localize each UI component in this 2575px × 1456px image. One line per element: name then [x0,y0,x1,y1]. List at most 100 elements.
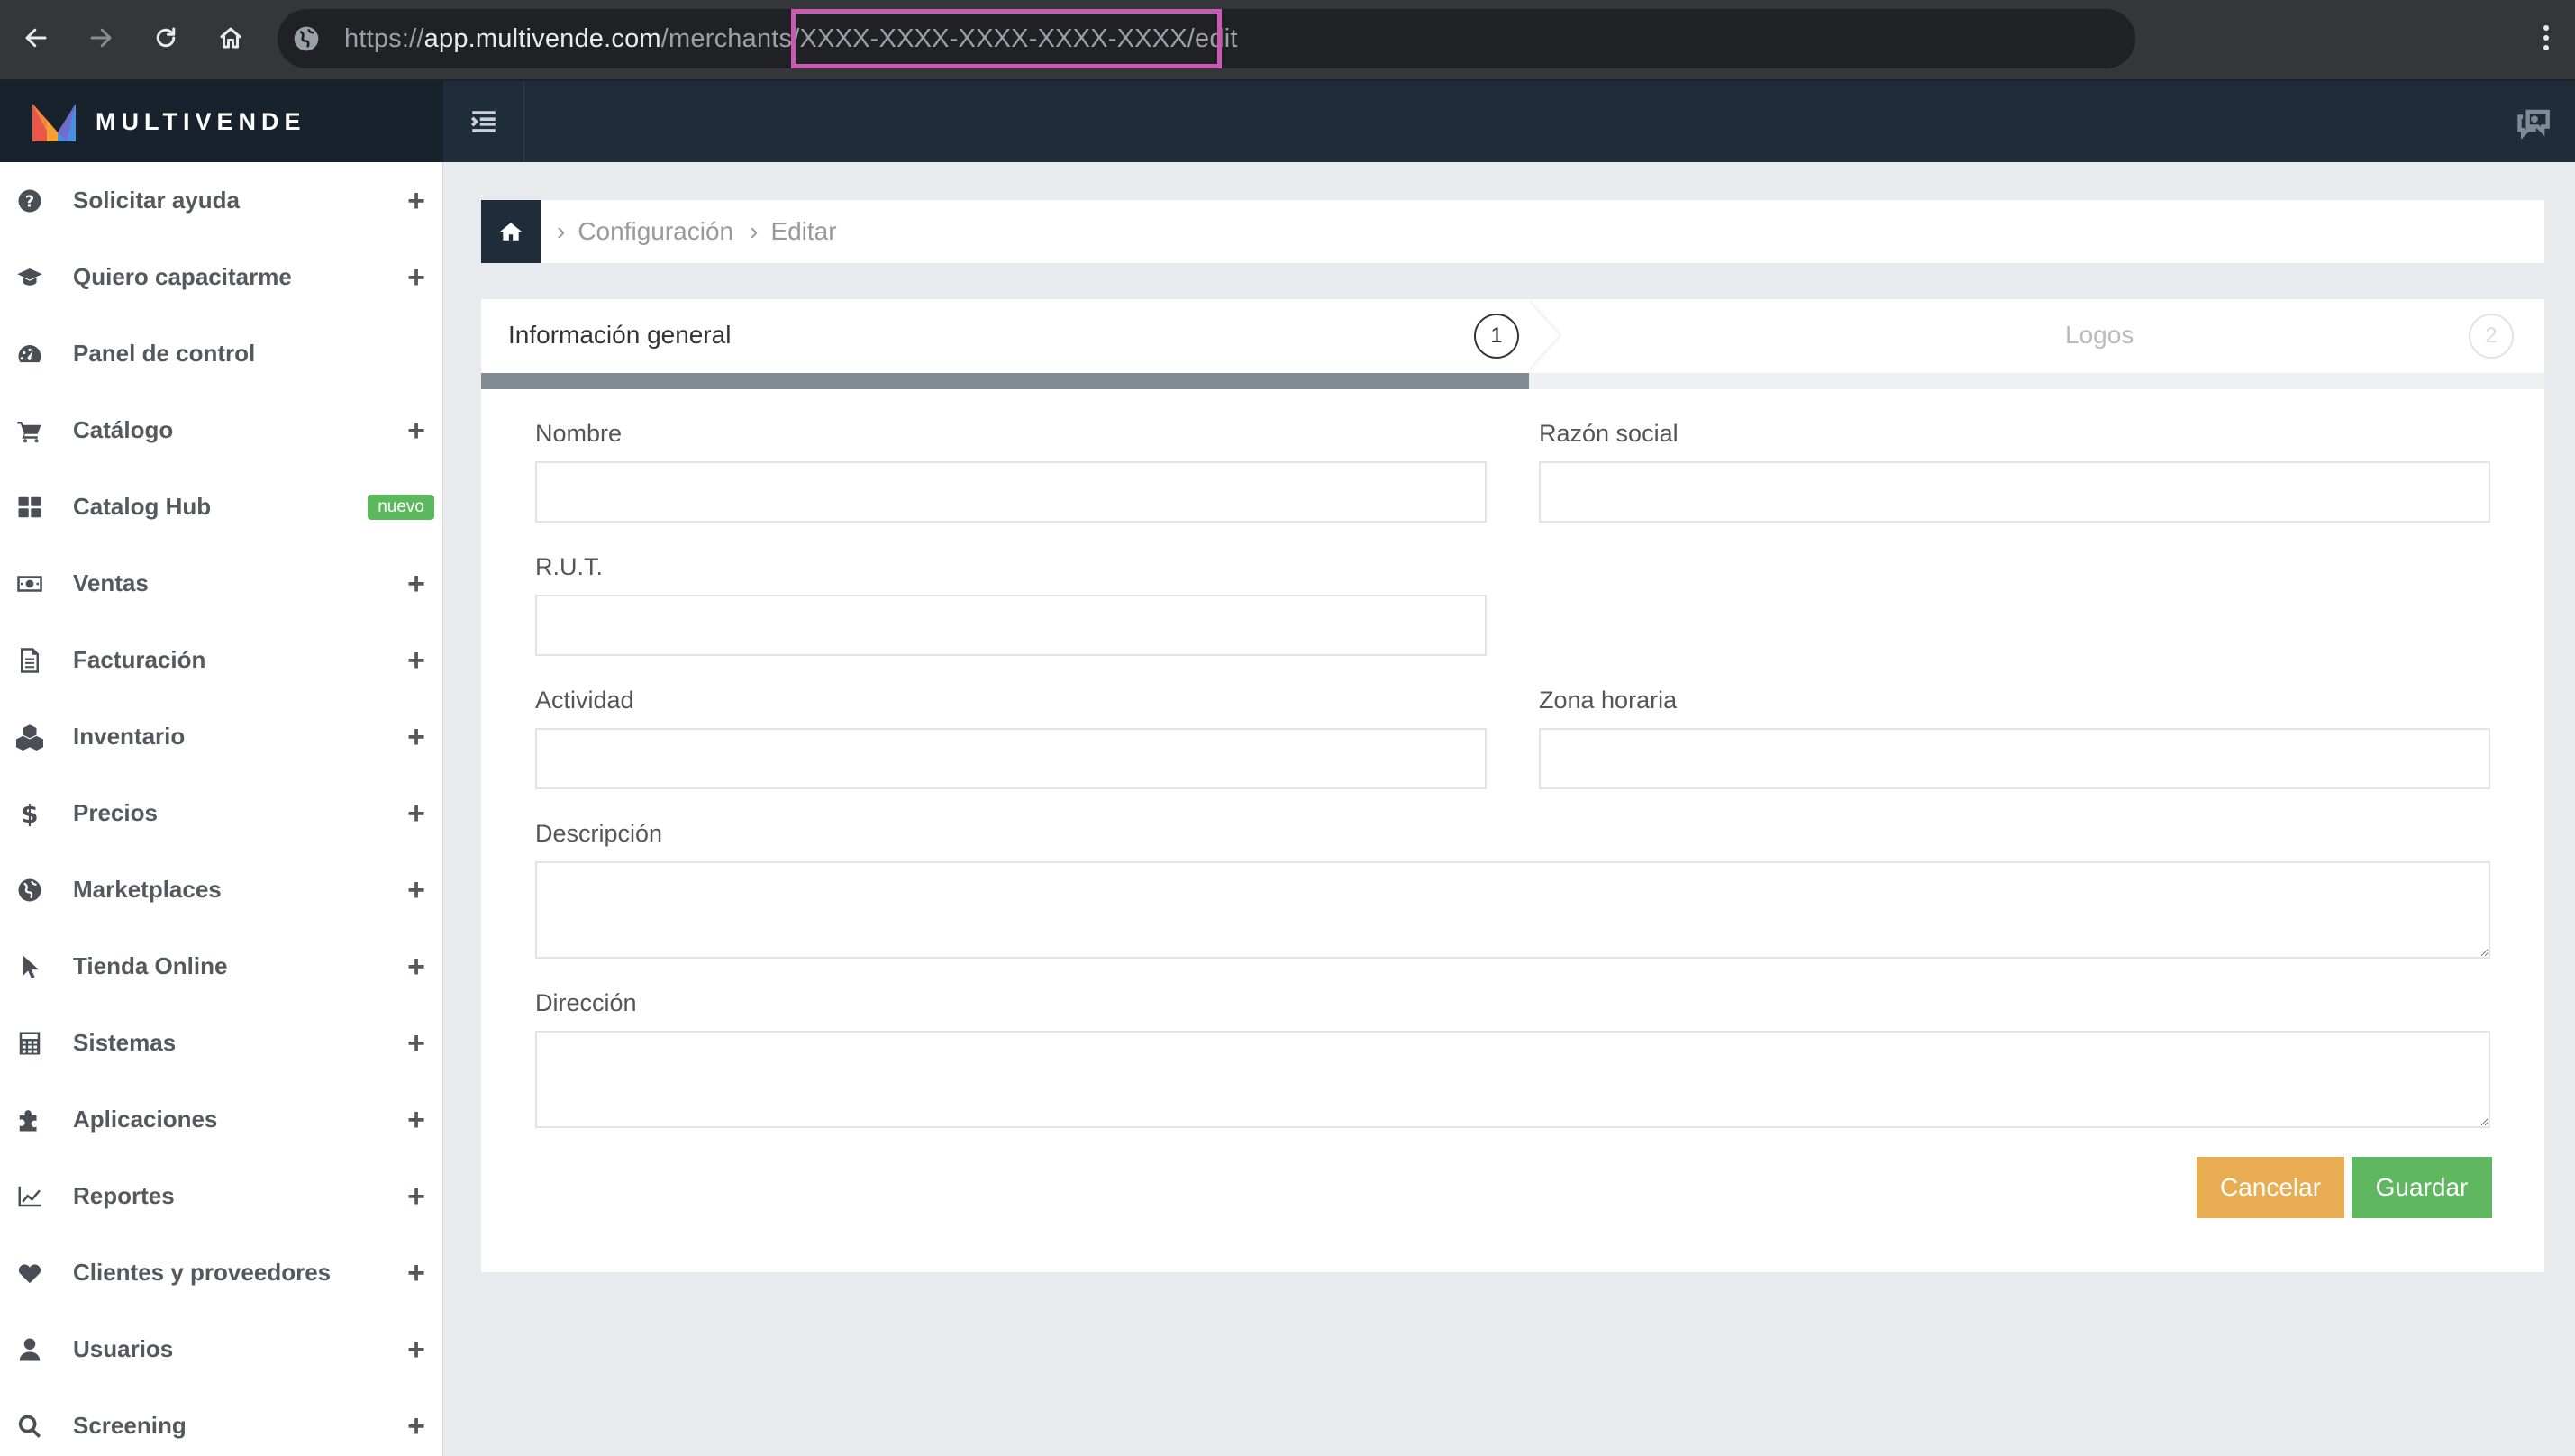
sidebar-item-aplicaciones[interactable]: Aplicaciones + [0,1081,443,1158]
grid-icon [14,492,45,523]
cubes-icon [14,722,45,752]
nombre-input[interactable] [535,461,1487,523]
sidebar-item-screening[interactable]: Screening + [0,1388,443,1456]
sidebar-item-catalogo[interactable]: Catálogo + [0,392,443,469]
arrow-left-icon [25,28,47,48]
sidebar-item-facturacion[interactable]: Facturación + [0,622,443,698]
new-badge: nuevo [368,494,434,520]
field-label: R.U.T. [535,553,604,580]
sidebar-item-ventas[interactable]: Ventas + [0,545,443,622]
mouse-pointer-icon [14,951,45,982]
line-chart-icon [14,1181,45,1212]
expand-plus-icon[interactable]: + [407,1258,425,1288]
sidebar-toggle-button[interactable] [443,81,524,162]
sidebar-item-precios[interactable]: $ Precios + [0,775,443,851]
wizard-progress-bar [481,373,2544,389]
cancel-button[interactable]: Cancelar [2197,1157,2344,1218]
shopping-cart-icon [14,415,45,446]
actividad-input[interactable] [535,728,1487,789]
wizard-step-logos[interactable]: Logos [1530,299,2544,371]
breadcrumb-chevron-icon: › [750,217,759,245]
expand-plus-icon[interactable]: + [407,798,425,829]
brand[interactable]: MULTIVENDE [0,81,443,162]
expand-plus-icon[interactable]: + [407,186,425,216]
sidebar-item-label: Panel de control [73,340,256,367]
url-highlight-annotation [791,9,1222,68]
field-label: Actividad [535,687,634,714]
kebab-dot [2543,35,2549,41]
sidebar-item-quiero-capacitarme[interactable]: Quiero capacitarme + [0,239,443,315]
step-number-badge: 1 [1474,314,1519,359]
zona-horaria-input[interactable] [1539,728,2490,789]
sidebar-item-sistemas[interactable]: Sistemas + [0,1005,443,1081]
sidebar-item-catalog-hub[interactable]: Catalog Hub nuevo [0,469,443,545]
heart-icon [14,1258,45,1288]
dollar-icon: $ [14,798,45,829]
breadcrumb-home-button[interactable] [481,200,541,263]
expand-plus-icon[interactable]: + [407,645,425,676]
sidebar-item-usuarios[interactable]: Usuarios + [0,1311,443,1388]
sidebar-item-label: Ventas [73,569,149,596]
expand-plus-icon[interactable]: + [407,1334,425,1365]
globe-icon [14,875,45,905]
money-bill-icon [14,569,45,599]
sidebar-item-marketplaces[interactable]: Marketplaces + [0,851,443,928]
expand-plus-icon[interactable]: + [407,1105,425,1135]
rut-input[interactable] [535,595,1487,656]
sidebar-item-label: Quiero capacitarme [73,263,292,290]
multivende-logo-icon [32,104,76,141]
arrow-right-icon [90,28,112,48]
sidebar-item-label: Inventario [73,723,186,750]
expand-plus-icon[interactable]: + [407,1028,425,1059]
back-button[interactable] [16,18,56,58]
browser-menu-button[interactable] [2526,18,2566,58]
file-text-icon [14,645,45,676]
sidebar-item-reportes[interactable]: Reportes + [0,1158,443,1234]
sidebar-item-clientes-y-proveedores[interactable]: Clientes y proveedores + [0,1234,443,1311]
dashboard-gauge-icon [14,339,45,369]
sidebar-item-solicitar-ayuda[interactable]: ? Solicitar ayuda + [0,162,443,239]
descripcion-textarea[interactable] [535,861,2490,959]
wizard-step-informacion-general[interactable]: Información general [481,299,1530,371]
svg-text:$: $ [21,800,38,827]
expand-plus-icon[interactable]: + [407,1181,425,1212]
sidebar-item-tienda-online[interactable]: Tienda Online + [0,928,443,1005]
question-circle-icon: ? [14,186,45,216]
sidebar-item-label: Screening [73,1412,187,1439]
svg-text:?: ? [25,193,34,211]
save-button[interactable]: Guardar [2352,1157,2492,1218]
expand-plus-icon[interactable]: + [407,951,425,982]
expand-plus-icon[interactable]: + [407,875,425,905]
breadcrumb-item-configuracion[interactable]: Configuración [578,217,733,246]
chat-button[interactable] [2512,99,2557,144]
home-button[interactable] [211,18,250,58]
wizard-progress-fill [481,373,1530,389]
chat-bubbles-icon [2517,109,2550,140]
sidebar-item-label: Solicitar ayuda [73,187,240,214]
reload-button[interactable] [146,18,186,58]
sidebar-item-panel-de-control[interactable]: Panel de control [0,315,443,392]
sidebar-item-label: Usuarios [73,1335,174,1362]
expand-plus-icon[interactable]: + [407,1411,425,1442]
field-label: Descripción [535,820,663,847]
expand-plus-icon[interactable]: + [407,722,425,752]
sidebar-item-inventario[interactable]: Inventario + [0,698,443,775]
expand-plus-icon[interactable]: + [407,569,425,599]
graduation-cap-icon [14,262,45,293]
forward-button[interactable] [81,18,121,58]
field-label: Nombre [535,420,623,447]
expand-plus-icon[interactable]: + [407,262,425,293]
reload-icon [156,27,176,48]
step-title: Información general [508,321,732,349]
sidebar-item-label: Tienda Online [73,952,228,979]
razon-social-input[interactable] [1539,461,2490,523]
address-bar[interactable]: https://app.multivende.com/merchants/XXX… [278,9,2135,68]
sidebar-item-label: Sistemas [73,1029,177,1056]
brand-name: MULTIVENDE [96,107,306,135]
sidebar-item-label: Aplicaciones [73,1106,218,1133]
site-info-icon[interactable] [292,24,321,53]
search-icon [14,1411,45,1442]
expand-plus-icon[interactable]: + [407,415,425,446]
direccion-textarea[interactable] [535,1031,2490,1128]
puzzle-piece-icon [14,1105,45,1135]
